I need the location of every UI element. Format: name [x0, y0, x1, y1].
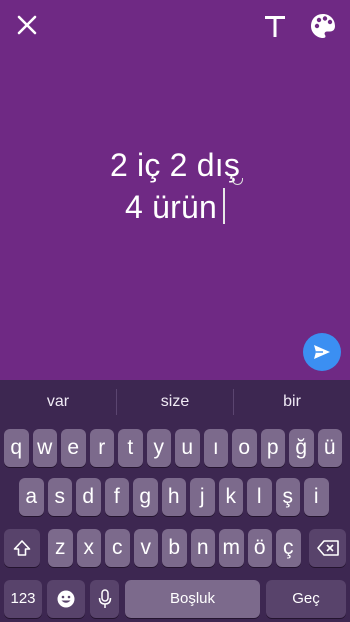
key-u[interactable]: u — [175, 429, 200, 467]
key-ü[interactable]: ü — [317, 429, 342, 467]
send-button[interactable] — [303, 333, 341, 371]
story-text[interactable]: 2 iç 2 dış 4 ürün — [0, 144, 350, 228]
palette-icon[interactable] — [308, 11, 338, 41]
suggestion-3[interactable]: bir — [234, 380, 350, 424]
key-a[interactable]: a — [19, 478, 44, 516]
key-y[interactable]: y — [146, 429, 171, 467]
emoji-icon — [57, 590, 75, 608]
key-ğ[interactable]: ğ — [289, 429, 314, 467]
key-p[interactable]: p — [260, 429, 285, 467]
key-x[interactable]: x — [76, 529, 101, 567]
key-q[interactable]: q — [4, 429, 29, 467]
key-k[interactable]: k — [218, 478, 243, 516]
key-g[interactable]: g — [133, 478, 158, 516]
suggestion-bar: var size bir — [0, 380, 350, 424]
key-n[interactable]: n — [190, 529, 215, 567]
story-text-line-2: 4 ürün — [0, 186, 350, 228]
key-s[interactable]: s — [47, 478, 72, 516]
suggestion-2[interactable]: size — [117, 380, 233, 424]
emoji-key[interactable] — [47, 580, 85, 618]
keyboard: var size bir qwertyuıopğüasdfghjklşizxcv… — [0, 380, 350, 622]
text-format-icon[interactable] — [262, 12, 288, 40]
text-cursor — [222, 188, 225, 224]
story-text-line-1: 2 iç 2 dış — [109, 147, 241, 183]
story-text-line-2-text: 4 ürün — [125, 189, 217, 225]
key-l[interactable]: l — [247, 478, 272, 516]
key-w[interactable]: w — [32, 429, 57, 467]
key-ç[interactable]: ç — [276, 529, 301, 567]
key-o[interactable]: o — [232, 429, 257, 467]
microphone-icon — [98, 589, 111, 609]
key-ş[interactable]: ş — [275, 478, 300, 516]
key-j[interactable]: j — [190, 478, 215, 516]
key-i[interactable]: i — [304, 478, 329, 516]
key-m[interactable]: m — [219, 529, 244, 567]
story-canvas[interactable]: 2 iç 2 dış 4 ürün — [0, 0, 350, 380]
key-r[interactable]: r — [89, 429, 114, 467]
key-h[interactable]: h — [161, 478, 186, 516]
key-v[interactable]: v — [133, 529, 158, 567]
numbers-key[interactable]: 123 — [4, 580, 42, 618]
key-b[interactable]: b — [162, 529, 187, 567]
key-ı[interactable]: ı — [203, 429, 228, 467]
backspace-key[interactable] — [309, 529, 346, 567]
key-c[interactable]: c — [105, 529, 130, 567]
shift-icon — [13, 540, 31, 556]
key-e[interactable]: e — [61, 429, 86, 467]
key-f[interactable]: f — [104, 478, 129, 516]
shift-key[interactable] — [4, 529, 40, 567]
send-icon — [314, 345, 330, 359]
close-icon[interactable] — [14, 12, 40, 38]
dictation-key[interactable] — [90, 580, 119, 618]
backspace-icon — [316, 540, 339, 556]
space-key[interactable]: Boşluk — [125, 580, 260, 618]
key-ö[interactable]: ö — [247, 529, 272, 567]
key-z[interactable]: z — [48, 529, 73, 567]
return-key[interactable]: Geç — [266, 580, 346, 618]
suggestion-1[interactable]: var — [0, 380, 116, 424]
key-d[interactable]: d — [76, 478, 101, 516]
key-t[interactable]: t — [118, 429, 143, 467]
